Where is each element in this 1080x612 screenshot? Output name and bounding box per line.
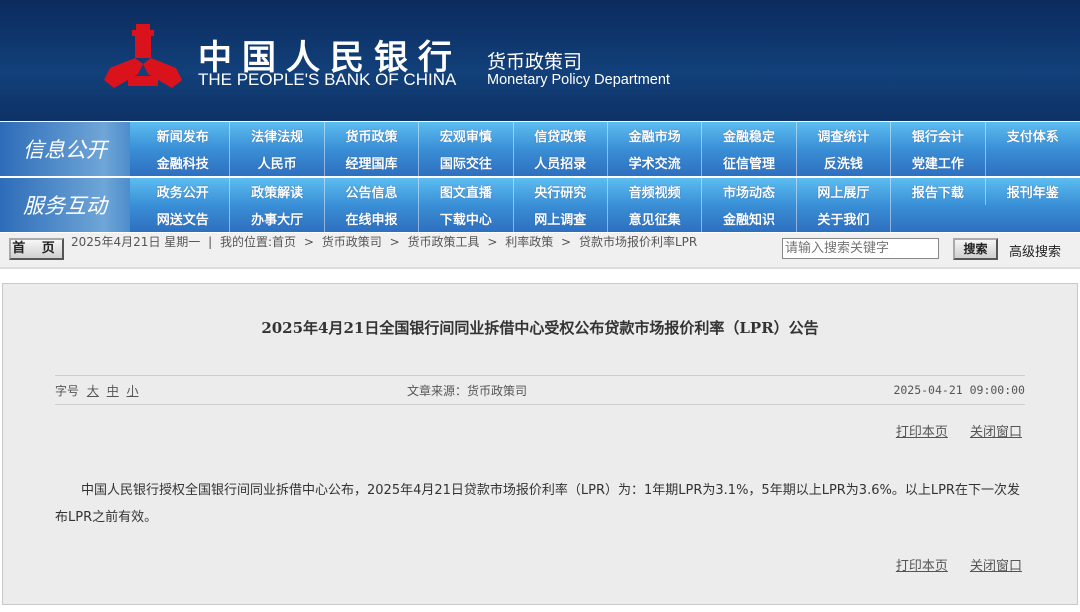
nav-item[interactable]: 新闻发布	[136, 122, 231, 149]
bank-name-en: THE PEOPLE'S BANK OF CHINA	[198, 70, 457, 89]
advanced-search-link[interactable]: 高级搜索	[1009, 241, 1061, 260]
article-tools: 打印本页 关闭窗口	[878, 555, 1022, 574]
nav-item[interactable]: 金融市场	[608, 122, 703, 149]
pboc-logo-icon	[104, 24, 182, 88]
search-button[interactable]: 搜索	[953, 238, 998, 260]
nav-item[interactable]: 货币政策	[325, 122, 420, 149]
nav-item[interactable]: 金融科技	[136, 149, 231, 176]
breadcrumb-home[interactable]: 我的位置:首页	[220, 235, 296, 249]
nav-item[interactable]: 支付体系	[986, 122, 1080, 149]
nav-item[interactable]: 学术交流	[608, 149, 703, 176]
nav-item[interactable]: 人民币	[230, 149, 325, 176]
nav-item[interactable]: 网上展厅	[797, 178, 892, 205]
nav-item[interactable]: 经理国库	[325, 149, 420, 176]
nav-item[interactable]: 国际交往	[419, 149, 514, 176]
font-size-small[interactable]: 小	[127, 384, 139, 398]
article-source: 文章来源：货币政策司	[407, 384, 528, 398]
nav-item[interactable]: 办事大厅	[230, 205, 325, 232]
print-link[interactable]: 打印本页	[896, 559, 948, 574]
close-window-link[interactable]: 关闭窗口	[970, 425, 1022, 440]
article-meta: 字号 大 中 小 文章来源：货币政策司 2025-04-21 09:00:00	[55, 375, 1025, 405]
nav-empty-cell	[986, 205, 1080, 232]
nav-item[interactable]: 反洗钱	[797, 149, 892, 176]
breadcrumb-item[interactable]: 货币政策工具	[407, 235, 479, 249]
breadcrumb-arrow: >	[487, 235, 498, 249]
nav-item[interactable]: 政策解读	[230, 178, 325, 205]
nav-item[interactable]: 调查统计	[797, 122, 892, 149]
nav-grid: 新闻发布 法律法规 货币政策 宏观审慎 信贷政策 金融市场 金融稳定 调查统计 银行会计 支付体系…	[136, 122, 1080, 176]
nav-item[interactable]: 信贷政策	[514, 122, 608, 149]
nav-item[interactable]: 银行会计	[891, 122, 986, 149]
breadcrumb-arrow: >	[389, 235, 400, 249]
close-window-link[interactable]: 关闭窗口	[970, 559, 1022, 574]
nav-item[interactable]: 央行研究	[514, 178, 608, 205]
nav-item[interactable]: 市场动态	[702, 178, 797, 205]
nav-item[interactable]: 公告信息	[325, 178, 420, 205]
breadcrumb-item[interactable]: 贷款市场报价利率LPR	[579, 235, 697, 249]
nav-item[interactable]: 图文直播	[419, 178, 514, 205]
nav-item[interactable]: 关于我们	[797, 205, 892, 232]
breadcrumb-bar: 首 页 2025年4月21日 星期一 | 我的位置:首页 > 货币政策司 > 货…	[0, 233, 1080, 269]
nav-item[interactable]: 金融知识	[702, 205, 797, 232]
font-size-label: 字号	[55, 384, 80, 398]
nav-item[interactable]: 网送文告	[136, 205, 231, 232]
nav-item[interactable]: 人员招录	[514, 149, 608, 176]
breadcrumb: 2025年4月21日 星期一 | 我的位置:首页 > 货币政策司 > 货币政策工…	[71, 235, 781, 250]
article-title: 2025年4月21日全国银行间同业拆借中心受权公布贷款市场报价利率（LPR）公告	[261, 319, 819, 337]
home-button[interactable]: 首 页	[9, 238, 64, 260]
nav-item[interactable]: 法律法规	[230, 122, 325, 149]
article-datetime: 2025-04-21 09:00:00	[893, 383, 1025, 397]
separator: |	[208, 235, 213, 249]
nav-item[interactable]: 报刊年鉴	[986, 178, 1080, 205]
nav-grid: 政务公开 政策解读 公告信息 图文直播 央行研究 音频视频 市场动态 网上展厅 报告下载 报刊年鉴…	[136, 178, 1080, 232]
breadcrumb-arrow: >	[561, 235, 572, 249]
font-size-large[interactable]: 大	[87, 384, 99, 398]
nav-item[interactable]: 征信管理	[702, 149, 797, 176]
breadcrumb-arrow: >	[303, 235, 314, 249]
nav-item[interactable]: 宏观审慎	[419, 122, 514, 149]
nav-item[interactable]: 意见征集	[608, 205, 703, 232]
font-size-selector: 字号 大 中 小	[55, 382, 139, 399]
nav-item[interactable]: 音频视频	[608, 178, 703, 205]
nav-item[interactable]: 下载中心	[419, 205, 514, 232]
font-size-medium[interactable]: 中	[107, 384, 119, 398]
current-date: 2025年4月21日 星期一	[71, 235, 201, 249]
nav-item[interactable]: 政务公开	[136, 178, 231, 205]
nav-item[interactable]: 网上调查	[514, 205, 608, 232]
dept-name-en: Monetary Policy Department	[487, 72, 670, 88]
nav-band-label: 信息公开	[0, 122, 130, 176]
nav-item[interactable]: 金融稳定	[702, 122, 797, 149]
site-header: 中国人民银行 THE PEOPLE'S BANK OF CHINA 货币政策司 …	[0, 0, 1080, 121]
nav-item[interactable]: 党建工作	[891, 149, 986, 176]
nav-empty-cell	[891, 205, 985, 232]
dept-name-cn: 货币政策司	[487, 51, 583, 73]
print-link[interactable]: 打印本页	[896, 425, 948, 440]
breadcrumb-item[interactable]: 利率政策	[505, 235, 553, 249]
nav-service-interaction: 服务互动 政务公开 政策解读 公告信息 图文直播 央行研究 音频视频 市场动态 网上展厅 报告下…	[0, 178, 1080, 232]
nav-empty-cell	[986, 149, 1080, 176]
search-input[interactable]	[782, 238, 939, 259]
nav-item[interactable]: 报告下载	[891, 178, 986, 205]
nav-info-disclosure: 信息公开 新闻发布 法律法规 货币政策 宏观审慎 信贷政策 金融市场 金融稳定 调查统计 银行会…	[0, 122, 1080, 176]
nav-item[interactable]: 在线申报	[325, 205, 420, 232]
article-tools: 打印本页 关闭窗口	[878, 421, 1022, 440]
nav-band-label: 服务互动	[0, 178, 130, 232]
breadcrumb-item[interactable]: 货币政策司	[322, 235, 382, 249]
article-panel: 2025年4月21日全国银行间同业拆借中心受权公布贷款市场报价利率（LPR）公告…	[2, 283, 1078, 605]
article-body: 中国人民银行授权全国银行间同业拆借中心公布，2025年4月21日贷款市场报价利率…	[55, 483, 1020, 525]
